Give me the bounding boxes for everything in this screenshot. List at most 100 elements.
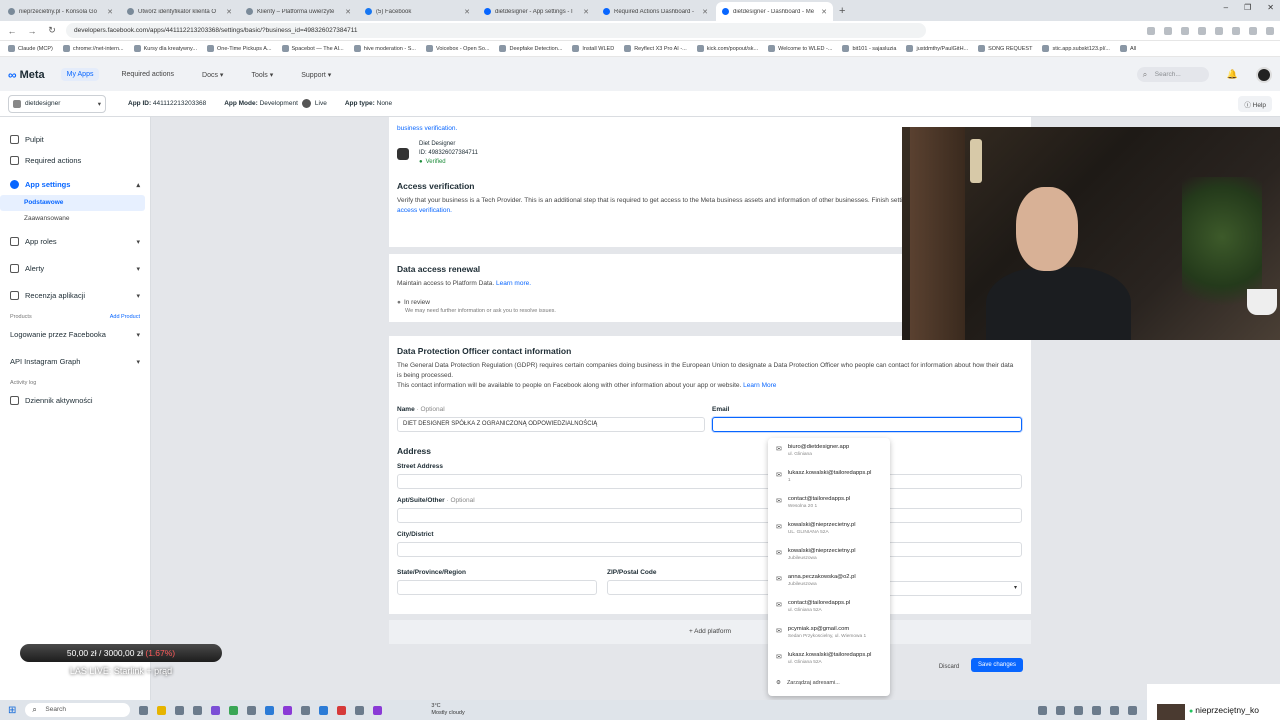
app-selector[interactable]: dietdesigner ▾ bbox=[8, 94, 106, 113]
forward-icon[interactable]: → bbox=[26, 26, 38, 36]
manage-addresses-item[interactable]: ⚙ Zarządzaj adresami... bbox=[768, 674, 890, 686]
new-tab-button[interactable]: + bbox=[833, 2, 851, 21]
taskbar-app-icon[interactable] bbox=[211, 705, 221, 715]
browser-tab[interactable]: dietdesigner - App settings - I ✕ bbox=[478, 2, 595, 21]
bookmark-item[interactable]: Welcome to WLED -... bbox=[768, 45, 832, 52]
close-window-button[interactable]: ✕ bbox=[1267, 3, 1274, 12]
bookmark-item[interactable]: Reyflect X3 Pro AI -... bbox=[624, 45, 687, 52]
add-platform-button[interactable]: + Add platform bbox=[389, 620, 1031, 644]
nav-required-actions[interactable]: Required actions bbox=[115, 68, 180, 81]
browser-tab-active[interactable]: dietdesigner - Dashboard - Me ✕ bbox=[716, 2, 833, 21]
add-platform-bar[interactable]: + Add platform bbox=[389, 620, 1031, 644]
autocomplete-item[interactable]: ✉ lukasz.kowalski@tailoredapps.pl 1 bbox=[768, 466, 890, 492]
taskbar-app-icon[interactable] bbox=[193, 705, 203, 715]
discard-button[interactable]: Discard bbox=[935, 660, 963, 674]
dpo-learn-more-link[interactable]: Learn More bbox=[743, 382, 776, 389]
back-icon[interactable]: ← bbox=[6, 26, 18, 36]
dpo-name-input[interactable]: DIET DESIGNER SPÓŁKA Z OGRANICZONĄ ODPOW… bbox=[397, 417, 705, 432]
taskbar-app-icon[interactable] bbox=[373, 705, 383, 715]
city-input[interactable] bbox=[397, 542, 1022, 557]
taskbar-app-icon[interactable] bbox=[157, 705, 167, 715]
bookmark-item[interactable]: stic.app.subskt123.pl/... bbox=[1042, 45, 1110, 52]
taskbar-weather[interactable]: 3°C Mostly cloudy bbox=[431, 703, 464, 717]
tab-close-icon[interactable]: ✕ bbox=[702, 8, 708, 16]
browser-tab[interactable]: (5) Facebook ✕ bbox=[359, 2, 476, 21]
tray-icon[interactable] bbox=[1056, 705, 1065, 715]
bookmark-item[interactable]: Claude (MCP) bbox=[8, 45, 53, 52]
bookmark-item[interactable]: Kursy dla kreatywny... bbox=[133, 45, 197, 52]
state-input[interactable] bbox=[397, 580, 597, 595]
taskbar-app-icon[interactable] bbox=[301, 705, 311, 715]
download-icon[interactable] bbox=[1232, 26, 1240, 35]
autocomplete-item[interactable]: ✉ kowalski@nieprzecietny.pl UL. GLINIANA 5… bbox=[768, 518, 890, 544]
tray-icon[interactable] bbox=[1092, 705, 1101, 715]
tab-close-icon[interactable]: ✕ bbox=[583, 8, 589, 16]
taskbar-app-icon[interactable] bbox=[283, 705, 293, 715]
sidebar-item-instagram-api[interactable]: API Instagram Graph ▾ bbox=[0, 351, 150, 372]
sidebar-item-activity-log[interactable]: Dziennik aktywności bbox=[0, 390, 150, 411]
windows-start-icon[interactable]: ⊞ bbox=[8, 705, 16, 716]
extension-icon[interactable] bbox=[1215, 26, 1223, 35]
sidebar-subitem-podstawowe[interactable]: Podstawowe bbox=[0, 195, 145, 211]
bookmark-item[interactable]: justdmthy/PaulGitH... bbox=[906, 45, 968, 52]
autocomplete-item[interactable]: ✉ pcymiak.sp@gmail.com Sedan Przykoscielny… bbox=[768, 622, 890, 648]
search-input[interactable]: Search... bbox=[1136, 67, 1209, 82]
menu-icon[interactable] bbox=[1266, 26, 1274, 35]
data-access-link[interactable]: Learn more. bbox=[496, 280, 531, 287]
taskbar-app-icon[interactable] bbox=[139, 705, 149, 715]
sidebar-item-app-settings[interactable]: App settings ▴ bbox=[0, 174, 150, 195]
autocomplete-item[interactable]: ✉ biuro@dietdesigner.app ul. Gliniana bbox=[768, 440, 890, 466]
all-bookmarks[interactable]: All bbox=[1119, 45, 1136, 52]
bookmark-item[interactable]: Deepfake Detection... bbox=[499, 45, 562, 52]
nav-docs[interactable]: Docs ▾ bbox=[196, 68, 229, 82]
bookmark-item[interactable]: One-Time Pickups A... bbox=[206, 45, 272, 52]
autocomplete-item[interactable]: ✉ lukasz.kowalski@tailoredapps.pl ul. Glin… bbox=[768, 648, 890, 674]
autocomplete-item[interactable]: ✉ contact@tailoredapps.pl ul. Gliniana 52A bbox=[768, 596, 890, 622]
bookmark-star-icon[interactable] bbox=[1147, 26, 1155, 35]
minimize-button[interactable]: – bbox=[1224, 3, 1228, 12]
sidebar-item-facebook-login[interactable]: Logowanie przez Facebooka ▾ bbox=[0, 324, 150, 345]
nav-support[interactable]: Support ▾ bbox=[295, 68, 337, 82]
tab-close-icon[interactable]: ✕ bbox=[226, 8, 232, 16]
tray-icon[interactable] bbox=[1074, 705, 1083, 715]
bookmark-item[interactable]: Spacebot — The AI... bbox=[281, 45, 344, 52]
profile-icon[interactable] bbox=[1249, 26, 1257, 35]
bookmark-item[interactable]: chrome://net-intern... bbox=[62, 45, 124, 52]
help-button[interactable]: ⓘ Help bbox=[1238, 95, 1272, 112]
url-input[interactable]: developers.facebook.com/apps/44111221320… bbox=[66, 23, 926, 38]
meta-logo[interactable]: ∞ Meta bbox=[8, 68, 45, 82]
bookmark-item[interactable]: kick.com/popout/sk... bbox=[696, 45, 758, 52]
save-changes-button[interactable]: Save changes bbox=[971, 658, 1023, 672]
tab-close-icon[interactable]: ✕ bbox=[345, 8, 351, 16]
browser-tab[interactable]: nieprzecietny.pl - Konsola Go ✕ bbox=[2, 2, 119, 21]
bookmark-item[interactable]: Install WLED bbox=[572, 45, 614, 52]
sidebar-subitem-zaawansowane[interactable]: Zaawansowane bbox=[0, 211, 145, 227]
user-avatar[interactable] bbox=[1256, 66, 1272, 83]
extension-icon[interactable] bbox=[1198, 26, 1206, 35]
tray-icon[interactable] bbox=[1110, 705, 1119, 715]
dpo-email-input[interactable] bbox=[712, 417, 1022, 432]
bookmark-item[interactable]: SONG REQUEST bbox=[978, 45, 1032, 52]
maximize-button[interactable]: ❐ bbox=[1244, 3, 1251, 12]
tab-close-icon[interactable]: ✕ bbox=[107, 8, 113, 16]
tray-icon[interactable] bbox=[1128, 705, 1137, 715]
taskbar-app-icon[interactable] bbox=[265, 705, 275, 715]
browser-tab[interactable]: Klienty – Platforma uwierzyte ✕ bbox=[240, 2, 357, 21]
nav-tools[interactable]: Tools ▾ bbox=[245, 68, 279, 82]
taskbar-search[interactable]: Search bbox=[25, 703, 131, 717]
sidebar-item-pulpit[interactable]: Pulpit bbox=[0, 129, 150, 150]
reload-icon[interactable]: ↻ bbox=[46, 25, 58, 36]
street-address-input[interactable] bbox=[397, 474, 1022, 489]
taskbar-app-icon[interactable] bbox=[247, 705, 257, 715]
extension-icon[interactable] bbox=[1181, 26, 1189, 35]
sidebar-item-alerty[interactable]: Alerty ▾ bbox=[0, 258, 150, 279]
sidebar-item-required-actions[interactable]: Required actions bbox=[0, 150, 150, 171]
notifications-bell-icon[interactable]: 🔔 bbox=[1227, 69, 1238, 80]
taskbar-app-icon[interactable] bbox=[175, 705, 185, 715]
nav-my-apps[interactable]: My Apps bbox=[60, 68, 100, 81]
tab-close-icon[interactable]: ✕ bbox=[464, 8, 470, 16]
app-mode-toggle[interactable] bbox=[301, 99, 311, 108]
bookmark-item[interactable]: Voicebox - Open So... bbox=[425, 45, 489, 52]
autocomplete-item[interactable]: ✉ anna.peczakowska@o2.pl Jubileuszowa bbox=[768, 570, 890, 596]
autocomplete-item[interactable]: ✉ contact@tailoredapps.pl Wesolna 20 1 bbox=[768, 492, 890, 518]
